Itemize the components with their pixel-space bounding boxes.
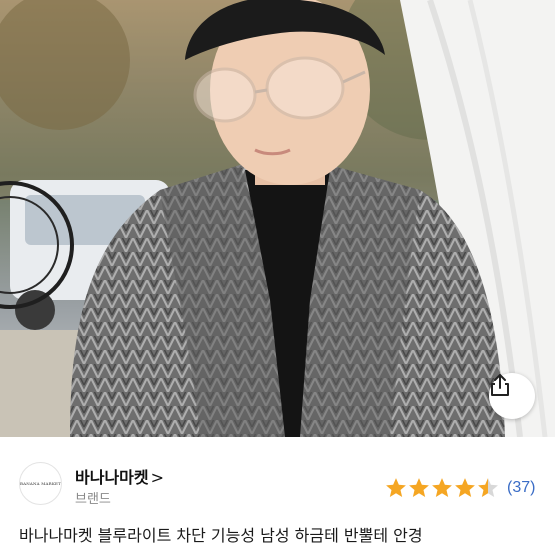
product-photo — [0, 0, 555, 437]
rating-summary[interactable]: (37) — [385, 477, 535, 499]
star-icon — [478, 478, 498, 498]
brand-section: BANANA MARKET 바나나마켓 > 브랜드 (37) — [0, 437, 555, 517]
star-icon — [455, 478, 475, 498]
brand-name-link[interactable]: 바나나마켓 > — [75, 464, 164, 488]
chevron-right-icon: > — [150, 468, 165, 487]
star-icon — [409, 478, 429, 498]
star-icon — [386, 478, 406, 498]
product-title: 바나나마켓 블루라이트 차단 기능성 남성 하금테 반뿔테 안경 — [19, 526, 423, 545]
review-count: (37) — [507, 479, 536, 496]
brand-logo-text: BANANA MARKET — [19, 481, 62, 486]
brand-logo[interactable]: BANANA MARKET — [19, 462, 62, 505]
brand-type-label: 브랜드 — [75, 492, 111, 507]
star-icon — [432, 478, 452, 498]
share-icon — [491, 374, 509, 396]
share-button[interactable] — [489, 373, 535, 419]
brand-name: 바나나마켓 — [75, 468, 149, 487]
star-rating — [385, 477, 499, 499]
product-image[interactable] — [0, 0, 555, 437]
